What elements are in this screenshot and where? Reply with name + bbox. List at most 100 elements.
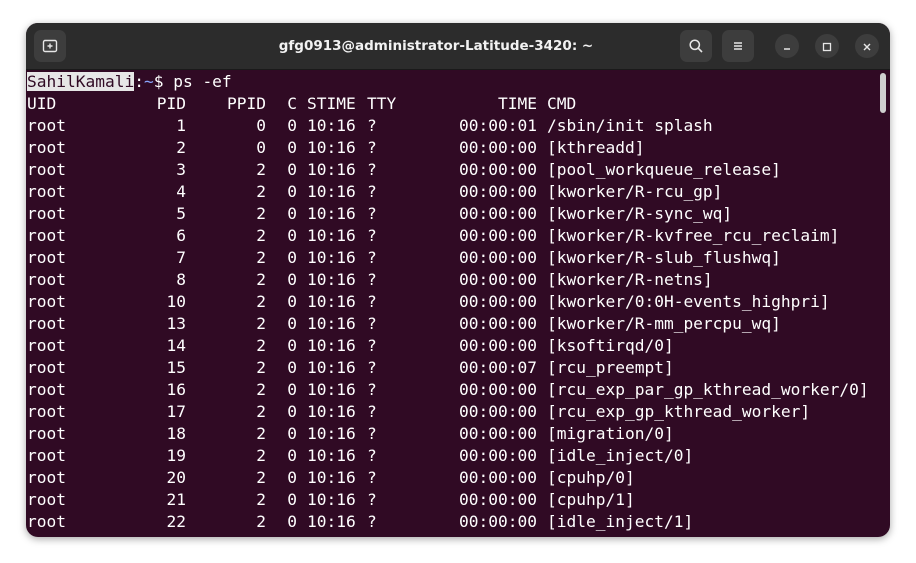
table-header: UID PID PPID C STIME TTY TIME CMD: [27, 93, 877, 115]
table-row: root 14 2 0 10:16? 00:00:00 [ksoftirqd/0]: [27, 335, 877, 357]
cell-stime: 10:16: [307, 314, 356, 333]
table-row: root 8 2 0 10:16? 00:00:00 [kworker/R-netns]: [27, 269, 877, 291]
cell-pid: 2: [176, 138, 186, 157]
table-row: root 7 2 0 10:16? 00:00:00 [kworker/R-slub_flu…: [27, 247, 877, 269]
header-tty: TTY: [367, 94, 397, 113]
cell-c: 0: [287, 138, 297, 157]
new-tab-button[interactable]: [34, 30, 66, 62]
cell-time: 00:00:00: [459, 380, 537, 399]
search-icon: [688, 38, 704, 54]
cell-c: 0: [287, 512, 297, 531]
cell-ppid: 2: [256, 424, 266, 443]
cell-ppid: 2: [256, 270, 266, 289]
header-cmd: CMD: [547, 94, 577, 113]
cell-pid: 20: [166, 468, 187, 487]
cell-uid: root: [27, 336, 66, 355]
close-button[interactable]: [855, 34, 879, 58]
cell-time: 00:00:00: [459, 490, 537, 509]
cell-tty: ?: [367, 292, 377, 311]
cell-c: 0: [287, 490, 297, 509]
cell-cmd: [kworker/0:0H-events_highpri]: [547, 292, 830, 311]
cell-c: 0: [287, 314, 297, 333]
table-row: root 6 2 0 10:16? 00:00:00 [kworker/R-kvfree_r…: [27, 225, 877, 247]
cell-stime: 10:16: [307, 468, 356, 487]
cell-cmd: /sbin/init splash: [547, 116, 713, 135]
cell-stime: 10:16: [307, 380, 356, 399]
cell-pid: 21: [166, 490, 187, 509]
cell-stime: 10:16: [307, 402, 356, 421]
cell-time: 00:00:00: [459, 512, 537, 531]
cell-time: 00:00:00: [459, 248, 537, 267]
cell-uid: root: [27, 424, 66, 443]
cell-uid: root: [27, 292, 66, 311]
cell-stime: 10:16: [307, 512, 356, 531]
cell-cmd: [kworker/R-netns]: [547, 270, 713, 289]
cell-uid: root: [27, 468, 66, 487]
table-row: root 18 2 0 10:16? 00:00:00 [migration/0]: [27, 423, 877, 445]
cell-c: 0: [287, 160, 297, 179]
cell-cmd: [kworker/R-slub_flushwq]: [547, 248, 781, 267]
cell-stime: 10:16: [307, 424, 356, 443]
cell-pid: 8: [176, 270, 186, 289]
cell-pid: 19: [166, 446, 187, 465]
cell-stime: 10:16: [307, 182, 356, 201]
cell-cmd: [ksoftirqd/0]: [547, 336, 674, 355]
minimize-button[interactable]: [775, 34, 799, 58]
cell-ppid: 2: [256, 314, 266, 333]
cell-pid: 18: [166, 424, 187, 443]
cell-stime: 10:16: [307, 446, 356, 465]
cell-uid: root: [27, 138, 66, 157]
cell-time: 00:00:00: [459, 226, 537, 245]
table-row: root 21 2 0 10:16? 00:00:00 [cpuhp/1]: [27, 489, 877, 511]
cell-uid: root: [27, 314, 66, 333]
cell-c: 0: [287, 402, 297, 421]
cell-stime: 10:16: [307, 490, 356, 509]
cell-uid: root: [27, 380, 66, 399]
cell-stime: 10:16: [307, 204, 356, 223]
terminal-output[interactable]: SahilKamali:~$ ps -ef UID PID PPID C STI…: [26, 70, 882, 537]
cell-uid: root: [27, 402, 66, 421]
cell-time: 00:00:00: [459, 138, 537, 157]
cell-c: 0: [287, 446, 297, 465]
maximize-button[interactable]: [815, 34, 839, 58]
cell-ppid: 0: [256, 138, 266, 157]
cell-tty: ?: [367, 248, 377, 267]
cell-cmd: [pool_workqueue_release]: [547, 160, 781, 179]
cell-tty: ?: [367, 182, 377, 201]
cell-ppid: 2: [256, 226, 266, 245]
cell-ppid: 2: [256, 182, 266, 201]
search-button[interactable]: [680, 30, 712, 62]
header-stime: STIME: [307, 94, 356, 113]
menu-button[interactable]: [722, 30, 754, 62]
title-bar[interactable]: gfg0913@administrator-Latitude-3420: ~: [26, 23, 890, 70]
prompt-command: ps -ef: [173, 72, 232, 91]
table-row: root 3 2 0 10:16? 00:00:00 [pool_workqueue_rel…: [27, 159, 877, 181]
header-c: C: [287, 94, 297, 113]
cell-pid: 5: [176, 204, 186, 223]
prompt-path: ~: [143, 72, 154, 91]
table-row: root 20 2 0 10:16? 00:00:00 [cpuhp/0]: [27, 467, 877, 489]
maximize-icon: [822, 37, 832, 56]
cell-pid: 1: [176, 116, 186, 135]
cell-stime: 10:16: [307, 292, 356, 311]
cell-uid: root: [27, 160, 66, 179]
cell-tty: ?: [367, 314, 377, 333]
cell-cmd: [migration/0]: [547, 424, 674, 443]
cell-c: 0: [287, 182, 297, 201]
cell-c: 0: [287, 380, 297, 399]
cell-uid: root: [27, 116, 66, 135]
cell-pid: 22: [166, 512, 187, 531]
cell-c: 0: [287, 468, 297, 487]
cell-pid: 16: [166, 380, 187, 399]
window-title: gfg0913@administrator-Latitude-3420: ~: [278, 38, 594, 54]
scrollbar-thumb[interactable]: [880, 73, 886, 113]
cell-c: 0: [287, 248, 297, 267]
cell-c: 0: [287, 204, 297, 223]
cell-tty: ?: [367, 270, 377, 289]
cell-time: 00:00:00: [459, 314, 537, 333]
cell-ppid: 2: [256, 160, 266, 179]
cell-uid: root: [27, 248, 66, 267]
cell-ppid: 2: [256, 336, 266, 355]
header-ppid: PPID: [227, 94, 266, 113]
cell-ppid: 2: [256, 204, 266, 223]
